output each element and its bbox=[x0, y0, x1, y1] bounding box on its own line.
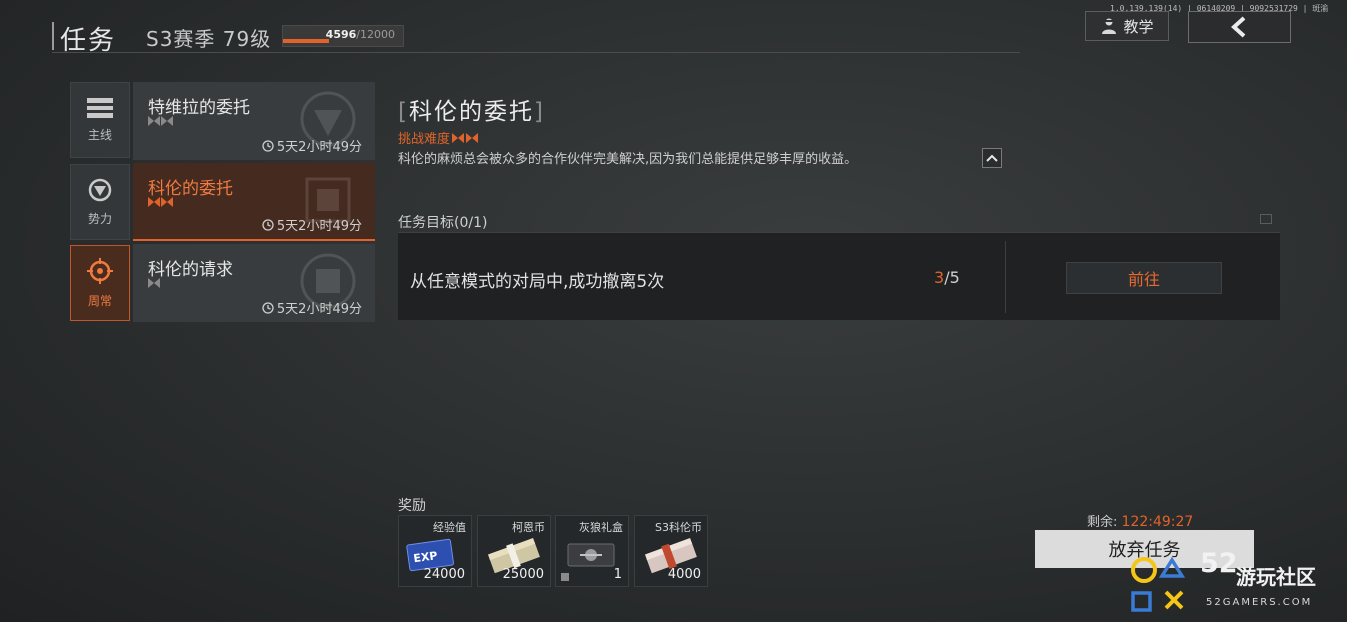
tutorial-label: 教学 bbox=[1123, 17, 1154, 36]
quest-detail-title-text: 科伦的委托 bbox=[408, 99, 534, 125]
back-arrow-icon bbox=[1230, 16, 1245, 38]
difficulty-star-icon bbox=[452, 132, 465, 143]
title-bracket-right-icon: ] bbox=[533, 99, 545, 125]
difficulty-star-icon bbox=[161, 197, 173, 207]
difficulty-star-icon bbox=[148, 278, 160, 288]
quest-name: 特维拉的委托 bbox=[148, 98, 250, 118]
level-label: 79级 bbox=[222, 27, 272, 51]
list-icon bbox=[87, 97, 113, 118]
objective-divider bbox=[1005, 241, 1006, 313]
clock-icon bbox=[262, 301, 274, 314]
reward-value: 1 bbox=[613, 567, 622, 582]
watermark-name: 游玩社区 bbox=[1236, 565, 1316, 589]
chevron-up-icon bbox=[986, 154, 998, 162]
reward-value: 24000 bbox=[423, 567, 465, 582]
quest-name: 科伦的请求 bbox=[148, 260, 233, 280]
reward-name: S3科伦币 bbox=[655, 521, 702, 534]
challenge-difficulty: 挑战难度 bbox=[398, 128, 479, 147]
tutorial-button[interactable]: 教学 bbox=[1085, 11, 1169, 41]
quest-time-text: 5天2小时49分 bbox=[276, 219, 362, 234]
quest-time-text: 5天2小时49分 bbox=[276, 140, 362, 155]
quest-timer: 5天2小时49分 bbox=[262, 298, 362, 317]
objective-text: 从任意模式的对局中,成功撤离5次 bbox=[410, 272, 665, 292]
watermark-number: 52 bbox=[1200, 548, 1238, 579]
title-accent-bar bbox=[52, 22, 54, 50]
progress-current: 3 bbox=[934, 268, 945, 287]
clock-icon bbox=[262, 218, 274, 231]
faction-icon bbox=[88, 178, 112, 201]
reward-card[interactable]: 柯恩币 25000 bbox=[477, 515, 551, 587]
xp-bar: 4596/12000 bbox=[282, 25, 404, 47]
objective-row: 从任意模式的对局中,成功撤离5次 3/5 前往 bbox=[398, 232, 1280, 320]
rewards-header: 奖励 bbox=[398, 498, 426, 514]
season-label: S3赛季 bbox=[146, 27, 216, 51]
remaining-time: 剩余: 122:49:27 bbox=[1087, 511, 1193, 530]
title-bracket-left-icon: [ bbox=[398, 99, 409, 125]
objective-progress: 3/5 bbox=[934, 268, 960, 287]
objective-header: 任务目标(0/1) bbox=[398, 215, 488, 231]
xp-current: 4596 bbox=[325, 28, 357, 41]
quest-timer: 5天2小时49分 bbox=[262, 215, 362, 234]
tutorial-person-icon bbox=[1102, 18, 1117, 34]
quest-timer: 5天2小时49分 bbox=[262, 136, 362, 155]
quest-item[interactable]: 科伦的请求 5天2小时49分 bbox=[133, 244, 375, 322]
reward-card[interactable]: S3科伦币 4000 bbox=[634, 515, 708, 587]
reward-card[interactable]: EXP 经验值 24000 bbox=[398, 515, 472, 587]
reward-value: 4000 bbox=[667, 567, 701, 582]
crosshair-icon bbox=[87, 257, 113, 284]
reward-name: 灰狼礼盒 bbox=[579, 521, 623, 534]
watermark-url: 52GAMERS.COM bbox=[1206, 597, 1313, 608]
expand-icon bbox=[1260, 214, 1272, 224]
go-button[interactable]: 前往 bbox=[1066, 262, 1222, 294]
reward-value: 25000 bbox=[502, 567, 544, 582]
category-main-label: 主线 bbox=[87, 127, 112, 142]
gift-box-icon bbox=[567, 543, 615, 567]
category-faction[interactable]: 势力 bbox=[70, 164, 130, 240]
difficulty-label: 挑战难度 bbox=[398, 132, 451, 147]
difficulty-stars bbox=[148, 116, 173, 126]
reward-card[interactable]: 灰狼礼盒 1 bbox=[555, 515, 629, 587]
category-weekly[interactable]: 周常 bbox=[70, 245, 130, 321]
difficulty-star-icon bbox=[466, 132, 479, 143]
difficulty-star-icon bbox=[148, 197, 160, 207]
quest-item[interactable]: 特维拉的委托 5天2小时49分 bbox=[133, 82, 375, 160]
xp-max: /12000 bbox=[356, 28, 395, 41]
reward-name: 柯恩币 bbox=[512, 521, 545, 534]
difficulty-star-icon bbox=[148, 116, 160, 126]
quest-name: 科伦的委托 bbox=[148, 179, 233, 199]
xp-bar-fill bbox=[283, 39, 329, 43]
xp-text: 4596/12000 bbox=[326, 28, 395, 41]
clock-icon bbox=[262, 139, 274, 152]
reward-name: 经验值 bbox=[433, 521, 466, 534]
progress-total: /5 bbox=[944, 268, 960, 287]
category-weekly-label: 周常 bbox=[87, 293, 112, 308]
header-divider bbox=[52, 52, 1020, 53]
difficulty-star-icon bbox=[161, 116, 173, 126]
remaining-label: 剩余: bbox=[1087, 515, 1118, 530]
category-faction-label: 势力 bbox=[87, 211, 112, 226]
quest-item-selected[interactable]: 科伦的委托 5天2小时49分 bbox=[133, 163, 375, 241]
quest-time-text: 5天2小时49分 bbox=[276, 302, 362, 317]
watermark-logo-icon bbox=[1131, 556, 1186, 612]
remaining-value: 122:49:27 bbox=[1121, 514, 1194, 530]
difficulty-stars bbox=[148, 197, 173, 207]
quest-description: 科伦的麻烦总会被众多的合作伙伴完美解决,因为我们总能提供足够丰厚的收益。 bbox=[398, 152, 858, 167]
back-button[interactable] bbox=[1188, 11, 1291, 43]
bound-item-icon bbox=[561, 573, 569, 581]
difficulty-stars bbox=[148, 278, 160, 288]
category-main[interactable]: 主线 bbox=[70, 82, 130, 158]
season-level: S3赛季 79级 bbox=[146, 23, 271, 52]
collapse-button[interactable] bbox=[982, 148, 1002, 168]
quest-detail-title: [科伦的委托] bbox=[398, 92, 545, 126]
